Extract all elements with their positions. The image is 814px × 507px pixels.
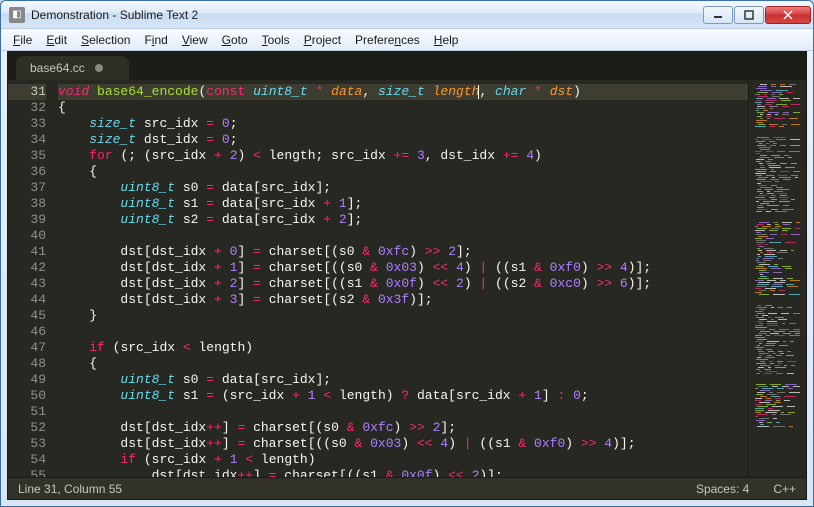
maximize-button[interactable] (734, 6, 764, 24)
window-title: Demonstration - Sublime Text 2 (31, 8, 703, 22)
tab-base64[interactable]: base64.cc (16, 56, 129, 80)
code-line[interactable] (58, 404, 748, 420)
menu-view[interactable]: View (176, 31, 214, 49)
code-line[interactable]: uint8_t s1 = (src_idx + 1 < length) ? da… (58, 388, 748, 404)
tabbar: base64.cc (8, 52, 806, 80)
status-language[interactable]: C++ (773, 482, 796, 496)
line-number[interactable]: 53 (8, 436, 46, 452)
line-number[interactable]: 32 (8, 100, 46, 116)
line-number[interactable]: 42 (8, 260, 46, 276)
code-line[interactable]: if (src_idx + 1 < length) (58, 452, 748, 468)
line-gutter[interactable]: 3132333435363738394041424344454647484950… (8, 80, 52, 477)
menu-help[interactable]: Help (428, 31, 465, 49)
line-number[interactable]: 41 (8, 244, 46, 260)
line-number[interactable]: 35 (8, 148, 46, 164)
close-button[interactable] (765, 6, 811, 24)
status-indent[interactable]: Spaces: 4 (696, 482, 749, 496)
line-number[interactable]: 48 (8, 356, 46, 372)
menu-edit[interactable]: Edit (40, 31, 73, 49)
menu-goto[interactable]: Goto (216, 31, 254, 49)
line-number[interactable]: 55 (8, 468, 46, 477)
menu-project[interactable]: Project (298, 31, 347, 49)
line-number[interactable]: 37 (8, 180, 46, 196)
code-line[interactable]: } (58, 308, 748, 324)
code-line[interactable] (58, 324, 748, 340)
code-line[interactable]: size_t dst_idx = 0; (58, 132, 748, 148)
line-number[interactable]: 34 (8, 132, 46, 148)
minimize-icon (713, 10, 723, 20)
app-window: ◧ Demonstration - Sublime Text 2 FileEdi… (0, 0, 814, 507)
code-line[interactable]: dst[dst_idx + 2] = charset[((s1 & 0x0f) … (58, 276, 748, 292)
code-line[interactable]: dst[dst_idx++] = charset[((s0 & 0x03) <<… (58, 436, 748, 452)
code-line[interactable]: uint8_t s0 = data[src_idx]; (58, 180, 748, 196)
line-number[interactable]: 54 (8, 452, 46, 468)
line-number[interactable]: 50 (8, 388, 46, 404)
menu-find[interactable]: Find (138, 31, 173, 49)
code-view[interactable]: void base64_encode(const uint8_t * data,… (52, 80, 748, 477)
statusbar: Line 31, Column 55 Spaces: 4 C++ (7, 478, 807, 500)
line-number[interactable]: 46 (8, 324, 46, 340)
line-number[interactable]: 40 (8, 228, 46, 244)
titlebar[interactable]: ◧ Demonstration - Sublime Text 2 (1, 1, 813, 29)
code-line[interactable]: size_t src_idx = 0; (58, 116, 748, 132)
code-line[interactable]: { (58, 100, 748, 116)
minimap[interactable] (748, 80, 806, 477)
code-line[interactable]: dst[dst_idx + 0] = charset[(s0 & 0xfc) >… (58, 244, 748, 260)
code-line[interactable] (58, 228, 748, 244)
menu-preferences[interactable]: Preferences (349, 31, 426, 49)
line-number[interactable]: 31 (8, 84, 46, 100)
line-number[interactable]: 44 (8, 292, 46, 308)
dirty-indicator-icon (95, 64, 103, 72)
code-line[interactable]: uint8_t s1 = data[src_idx + 1]; (58, 196, 748, 212)
code-line[interactable]: dst[dst_idx + 3] = charset[(s2 & 0x3f)]; (58, 292, 748, 308)
menu-selection[interactable]: Selection (75, 31, 136, 49)
code-line[interactable]: { (58, 164, 748, 180)
code-line[interactable]: uint8_t s0 = data[src_idx]; (58, 372, 748, 388)
line-number[interactable]: 49 (8, 372, 46, 388)
code-line[interactable]: dst[dst_idx + 1] = charset[((s0 & 0x03) … (58, 260, 748, 276)
status-cursor-pos[interactable]: Line 31, Column 55 (18, 482, 696, 496)
code-line[interactable]: { (58, 356, 748, 372)
line-number[interactable]: 36 (8, 164, 46, 180)
maximize-icon (744, 10, 754, 20)
line-number[interactable]: 33 (8, 116, 46, 132)
close-icon (782, 10, 794, 20)
line-number[interactable]: 52 (8, 420, 46, 436)
line-number[interactable]: 45 (8, 308, 46, 324)
line-number[interactable]: 38 (8, 196, 46, 212)
minimize-button[interactable] (703, 6, 733, 24)
line-number[interactable]: 51 (8, 404, 46, 420)
code-line[interactable]: uint8_t s2 = data[src_idx + 2]; (58, 212, 748, 228)
code-line[interactable]: void base64_encode(const uint8_t * data,… (58, 84, 748, 100)
menu-file[interactable]: File (7, 31, 38, 49)
line-number[interactable]: 43 (8, 276, 46, 292)
code-line[interactable]: if (src_idx < length) (58, 340, 748, 356)
tab-label: base64.cc (30, 61, 85, 75)
app-icon: ◧ (9, 7, 25, 23)
code-line[interactable]: for (; (src_idx + 2) < length; src_idx +… (58, 148, 748, 164)
code-line[interactable]: dst[dst_idx++] = charset[(s0 & 0xfc) >> … (58, 420, 748, 436)
menu-tools[interactable]: Tools (256, 31, 296, 49)
line-number[interactable]: 47 (8, 340, 46, 356)
menubar: FileEditSelectionFindViewGotoToolsProjec… (1, 29, 813, 51)
code-line[interactable]: dst[dst_idx++] = charset[((s1 & 0x0f) <<… (58, 468, 748, 477)
editor-area: base64.cc 313233343536373839404142434445… (7, 51, 807, 478)
window-controls (703, 6, 811, 24)
editor[interactable]: 3132333435363738394041424344454647484950… (8, 80, 806, 477)
line-number[interactable]: 39 (8, 212, 46, 228)
